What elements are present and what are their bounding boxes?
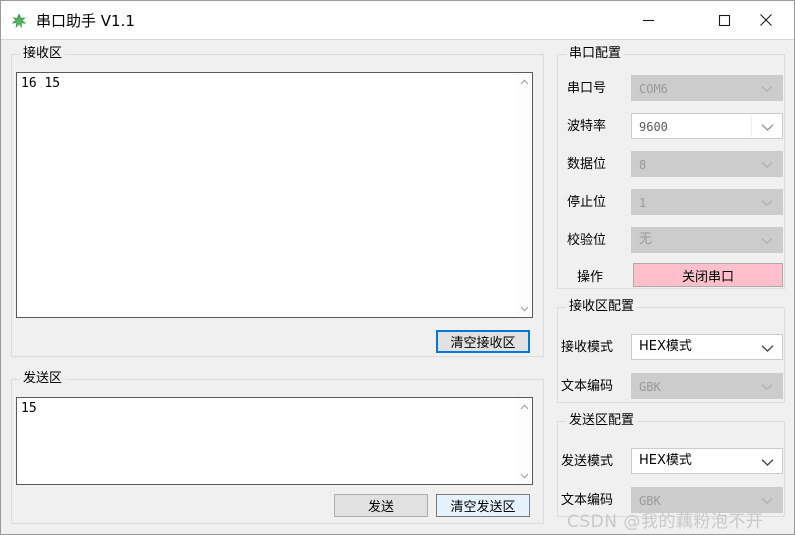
clear-send-button[interactable]: 清空发送区: [436, 494, 530, 517]
minimize-icon: [642, 14, 655, 27]
baud-rate-combobox[interactable]: 9600: [631, 113, 783, 139]
clear-receive-button[interactable]: 清空接收区: [436, 330, 530, 353]
close-icon: [759, 13, 773, 27]
label-port-number: 串口号: [567, 81, 607, 96]
scroll-down-icon[interactable]: [516, 467, 532, 484]
close-serial-port-button[interactable]: 关闭串口: [633, 263, 783, 287]
send-textarea[interactable]: 15: [16, 397, 533, 485]
parity-value: 无: [639, 232, 653, 247]
send-encoding-select[interactable]: GBK: [631, 487, 783, 513]
send-config-group-title: 发送区配置: [566, 413, 638, 429]
chevron-down-icon: [760, 158, 774, 172]
chevron-down-icon: [760, 234, 774, 248]
port-number-value: COM6: [639, 82, 668, 96]
send-encoding-value: GBK: [639, 494, 661, 508]
chevron-down-icon: [760, 494, 774, 508]
stop-bits-value: 1: [639, 196, 647, 210]
chevron-down-icon[interactable]: [760, 455, 774, 469]
scroll-up-icon[interactable]: [516, 398, 532, 415]
port-number-select[interactable]: COM6: [631, 75, 783, 101]
label-send-encoding: 文本编码: [561, 493, 614, 508]
scroll-up-icon[interactable]: [516, 73, 532, 90]
chevron-down-icon: [760, 196, 774, 210]
parity-select[interactable]: 无: [631, 227, 783, 253]
label-baud-rate: 波特率: [567, 119, 607, 134]
send-button[interactable]: 发送: [334, 494, 428, 517]
receive-encoding-value: GBK: [639, 380, 661, 394]
data-bits-value: 8: [639, 158, 647, 172]
label-data-bits: 数据位: [567, 157, 607, 172]
send-mode-select[interactable]: HEX模式: [631, 448, 783, 474]
receive-mode-value: HEX模式: [639, 339, 692, 354]
minimize-button[interactable]: [625, 1, 671, 39]
label-receive-encoding: 文本编码: [561, 379, 614, 394]
receive-area-group-title: 接收区: [20, 46, 66, 62]
window-title: 串口助手 V1.1: [36, 12, 135, 30]
scroll-down-icon[interactable]: [516, 300, 532, 317]
chevron-down-icon[interactable]: [760, 341, 774, 355]
label-stop-bits: 停止位: [567, 195, 607, 210]
data-bits-select[interactable]: 8: [631, 151, 783, 177]
chevron-down-icon[interactable]: [760, 120, 774, 134]
send-area-group-title: 发送区: [20, 371, 66, 387]
send-textarea-content: 15: [21, 401, 37, 416]
send-mode-value: HEX模式: [639, 453, 692, 468]
receive-textarea[interactable]: 16 15: [16, 72, 533, 318]
label-send-mode: 发送模式: [561, 454, 614, 469]
close-button[interactable]: [743, 1, 789, 39]
label-receive-mode: 接收模式: [561, 340, 614, 355]
chevron-down-icon: [760, 380, 774, 394]
receive-scrollbar[interactable]: [515, 73, 532, 317]
stop-bits-select[interactable]: 1: [631, 189, 783, 215]
receive-encoding-select[interactable]: GBK: [631, 373, 783, 399]
baud-rate-value: 9600: [639, 120, 668, 134]
receive-textarea-content: 16 15: [21, 76, 61, 91]
app-window: 串口助手 V1.1 接收区 16 15 清空接收区 发送区 15 发送 清空发送…: [0, 0, 795, 535]
maximize-icon: [718, 14, 731, 27]
send-scrollbar[interactable]: [515, 398, 532, 484]
receive-config-group-title: 接收区配置: [566, 299, 638, 315]
maximize-button[interactable]: [701, 1, 747, 39]
chevron-down-icon: [760, 82, 774, 96]
serial-config-group-title: 串口配置: [566, 46, 625, 62]
label-parity: 校验位: [567, 233, 607, 248]
label-operation: 操作: [577, 270, 604, 285]
app-green-icon: [10, 12, 28, 30]
title-bar: 串口助手 V1.1: [1, 1, 794, 40]
receive-mode-select[interactable]: HEX模式: [631, 334, 783, 360]
